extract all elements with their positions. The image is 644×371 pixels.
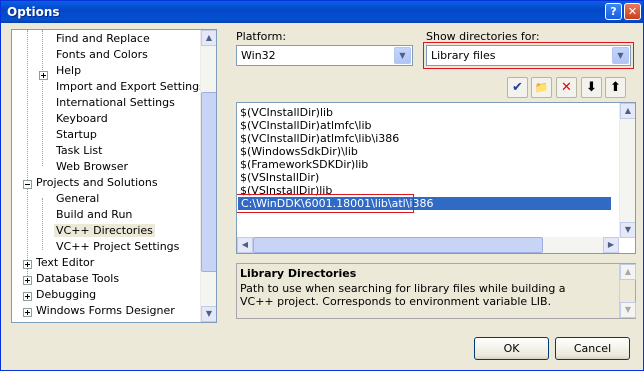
tree-guide-line	[42, 30, 43, 166]
scroll-up-icon[interactable]: ▲	[201, 30, 216, 46]
scroll-right-icon[interactable]: ▶	[603, 237, 619, 253]
tree-item-vc-directories[interactable]: VC++ Directories	[54, 223, 155, 239]
scroll-left-icon[interactable]: ◀	[237, 237, 253, 253]
tree-item-projects-and-solutions[interactable]: Projects and Solutions	[34, 175, 160, 191]
scroll-up-icon[interactable]: ▲	[620, 264, 636, 280]
tree-item-keyboard[interactable]: Keyboard	[54, 111, 110, 127]
scroll-thumb[interactable]	[253, 237, 543, 253]
help-button[interactable]: ?	[605, 3, 622, 20]
list-item[interactable]: $(VCInstallDir)atlmfc\lib	[240, 119, 372, 132]
description-text: Path to use when searching for library f…	[240, 282, 566, 308]
move-up-icon[interactable]: ⬆	[605, 77, 626, 98]
checkmark-icon[interactable]: ✔	[507, 77, 528, 98]
directory-list: $(VCInstallDir)lib $(VCInstallDir)atlmfc…	[236, 102, 636, 254]
dropdown-arrow-icon[interactable]: ▼	[394, 47, 411, 64]
options-dialog: Options ? ✕ Find and Replace Fonts and C…	[0, 0, 644, 371]
title-bar[interactable]: Options ? ✕	[1, 1, 643, 23]
collapse-icon[interactable]	[23, 180, 32, 189]
expand-icon[interactable]	[23, 292, 32, 301]
tree-item-build-and-run[interactable]: Build and Run	[54, 207, 134, 223]
delete-icon[interactable]: ✕	[556, 77, 577, 98]
tree-item-task-list[interactable]: Task List	[54, 143, 104, 159]
platform-label: Platform:	[236, 30, 287, 43]
tree-item-import-export-settings[interactable]: Import and Export Settings	[54, 79, 207, 95]
cancel-button[interactable]: Cancel	[555, 337, 630, 360]
window-title: Options	[7, 5, 60, 19]
expand-icon[interactable]	[23, 308, 32, 317]
tree-item-debugging[interactable]: Debugging	[34, 287, 98, 303]
scroll-down-icon[interactable]: ▼	[201, 306, 216, 322]
tree-item-text-editor[interactable]: Text Editor	[34, 255, 96, 271]
highlight-box	[237, 194, 414, 213]
scroll-down-icon[interactable]: ▼	[620, 222, 635, 238]
tree-item-web-browser[interactable]: Web Browser	[54, 159, 130, 175]
scroll-thumb[interactable]	[201, 92, 216, 272]
list-item[interactable]: $(VCInstallDir)lib	[240, 106, 333, 119]
expand-icon[interactable]	[23, 260, 32, 269]
tree-guide-line	[27, 30, 28, 280]
list-item[interactable]: $(VCInstallDir)atlmfc\lib\i386	[240, 132, 399, 145]
platform-select[interactable]: Win32 ▼	[236, 45, 413, 66]
scroll-up-icon[interactable]: ▲	[620, 103, 635, 119]
expand-icon[interactable]	[39, 71, 48, 80]
list-item[interactable]: $(FrameworkSDKDir)lib	[240, 158, 368, 171]
description-panel: Library Directories Path to use when sea…	[236, 263, 636, 319]
expand-icon[interactable]	[23, 276, 32, 285]
tree-scrollbar[interactable]: ▲ ▼	[200, 30, 216, 322]
options-tree: Find and Replace Fonts and Colors Help I…	[11, 29, 217, 323]
list-horizontal-scrollbar[interactable]: ◀ ▶	[237, 237, 619, 253]
tree-item-international-settings[interactable]: International Settings	[54, 95, 177, 111]
tree-item-fonts-and-colors[interactable]: Fonts and Colors	[54, 47, 150, 63]
new-folder-icon[interactable]: 📁	[531, 77, 552, 98]
tree-item-help[interactable]: Help	[54, 63, 83, 79]
tree-item-general[interactable]: General	[54, 191, 101, 207]
tree-item-database-tools[interactable]: Database Tools	[34, 271, 121, 287]
ok-button[interactable]: OK	[474, 337, 549, 360]
tree-item-startup[interactable]: Startup	[54, 127, 99, 143]
description-scrollbar[interactable]: ▲ ▼	[619, 264, 636, 318]
scroll-down-icon[interactable]: ▼	[620, 302, 636, 318]
highlight-box	[423, 42, 634, 69]
list-item[interactable]: $(WindowsSdkDir)\lib	[240, 145, 358, 158]
move-down-icon[interactable]: ⬇	[581, 77, 602, 98]
tree-item-vc-project-settings[interactable]: VC++ Project Settings	[54, 239, 181, 255]
platform-value: Win32	[241, 49, 276, 62]
list-item[interactable]: $(VSInstallDir)	[240, 171, 319, 184]
tree-guide-line	[42, 198, 43, 250]
description-title: Library Directories	[240, 267, 357, 280]
tree-item-windows-forms-designer[interactable]: Windows Forms Designer	[34, 303, 177, 319]
tree-item-find-and-replace[interactable]: Find and Replace	[54, 31, 152, 47]
close-button[interactable]: ✕	[624, 3, 641, 20]
list-vertical-scrollbar[interactable]: ▲ ▼	[619, 103, 635, 238]
